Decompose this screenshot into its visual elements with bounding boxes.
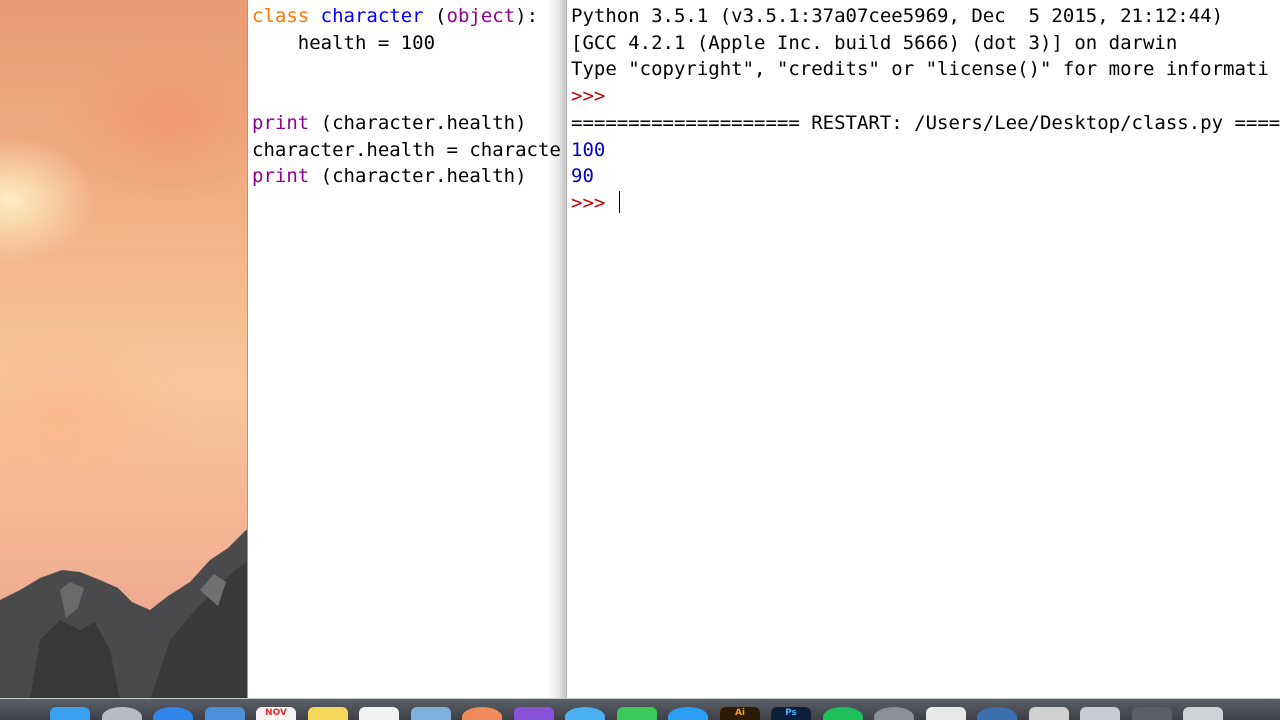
script-icon[interactable]	[1029, 707, 1069, 720]
shell-line: >>>	[571, 190, 1280, 217]
shell-line: Python 3.5.1 (v3.5.1:37a07cee5969, Dec 5…	[571, 3, 1280, 30]
code-line: print (character.health)	[252, 163, 561, 190]
photoshop-label: Ps	[785, 708, 797, 718]
photos-icon[interactable]	[462, 707, 502, 720]
calendar-icon[interactable]: NOV	[256, 707, 296, 720]
code-line-token: ):	[515, 5, 539, 27]
facetime-icon[interactable]	[617, 707, 657, 720]
window-shadow	[548, 0, 566, 698]
editor-window[interactable]: class character (object): health = 100 p…	[247, 0, 566, 698]
python-launcher-icon[interactable]	[977, 707, 1017, 720]
illustrator-label: Ai	[734, 708, 746, 718]
dock: NOV Ai Ps	[0, 698, 1280, 720]
textedit-icon[interactable]	[926, 707, 966, 720]
code-line-token: print	[252, 165, 310, 188]
text-cursor	[618, 190, 620, 213]
photoshop-icon[interactable]: Ps	[771, 707, 811, 720]
code-line-token: (character.health)	[309, 111, 527, 134]
code-line-token: character.health = characte	[252, 138, 561, 161]
reminders-icon[interactable]	[359, 707, 399, 720]
messages-icon[interactable]	[565, 707, 605, 720]
app-store-icon[interactable]	[668, 707, 708, 720]
mountain-silhouette	[0, 530, 250, 700]
shell-line-token: 100	[571, 138, 606, 161]
shell-line-token: [GCC 4.2.1 (Apple Inc. build 5666) (dot …	[571, 31, 1178, 54]
notes-icon[interactable]	[308, 707, 348, 720]
finder-icon[interactable]	[50, 707, 90, 720]
calendar-label: NOV	[265, 708, 287, 718]
shell-line-token: 90	[571, 165, 594, 188]
code-line: print (character.health)	[252, 110, 561, 137]
shell-line: ==================== RESTART: /Users/Lee…	[571, 110, 1280, 137]
folder-icon[interactable]	[1080, 707, 1120, 720]
shell-line-token: >>>	[571, 191, 617, 214]
code-line-token: character	[320, 5, 424, 27]
code-line-token: (	[423, 5, 447, 27]
desktop-wallpaper	[0, 0, 250, 700]
shell-line: 90	[571, 163, 1280, 190]
python-shell-window[interactable]: Python 3.5.1 (v3.5.1:37a07cee5969, Dec 5…	[566, 0, 1280, 698]
shell-line: 100	[571, 137, 1280, 164]
screenshot-icon[interactable]	[1132, 707, 1172, 720]
system-preferences-icon[interactable]	[874, 707, 914, 720]
editor-code-area[interactable]: class character (object): health = 100 p…	[252, 3, 561, 190]
mail-icon[interactable]	[205, 707, 245, 720]
code-line: character.health = characte	[252, 137, 561, 164]
shell-output[interactable]: Python 3.5.1 (v3.5.1:37a07cee5969, Dec 5…	[571, 3, 1280, 217]
preview-icon[interactable]	[411, 707, 451, 720]
shell-line: Type "copyright", "credits" or "license(…	[571, 56, 1280, 83]
code-line: health = 100	[252, 30, 561, 57]
spotify-icon[interactable]	[823, 707, 863, 720]
code-line: class character (object):	[252, 3, 561, 30]
code-line-token: class	[252, 5, 310, 27]
illustrator-icon[interactable]: Ai	[720, 707, 760, 720]
shell-line-token: >>>	[571, 85, 617, 108]
code-line-token	[309, 5, 320, 27]
launchpad-icon[interactable]	[102, 707, 142, 720]
code-line-token: health = 100	[252, 31, 436, 54]
shell-line: >>>	[571, 83, 1280, 110]
shell-line-token: ==================== RESTART: /Users/Lee…	[571, 111, 1280, 134]
safari-icon[interactable]	[153, 707, 193, 720]
trash-icon[interactable]	[1183, 707, 1223, 720]
shell-line: [GCC 4.2.1 (Apple Inc. build 5666) (dot …	[571, 30, 1280, 57]
shell-line-token: Type "copyright", "credits" or "license(…	[571, 58, 1269, 81]
imovie-icon[interactable]	[514, 707, 554, 720]
shell-line-token: Python 3.5.1 (v3.5.1:37a07cee5969, Dec 5…	[571, 5, 1224, 27]
code-line-token: (character.health)	[309, 165, 527, 188]
code-line-token: print	[252, 111, 310, 134]
code-line-token: object	[446, 5, 516, 27]
